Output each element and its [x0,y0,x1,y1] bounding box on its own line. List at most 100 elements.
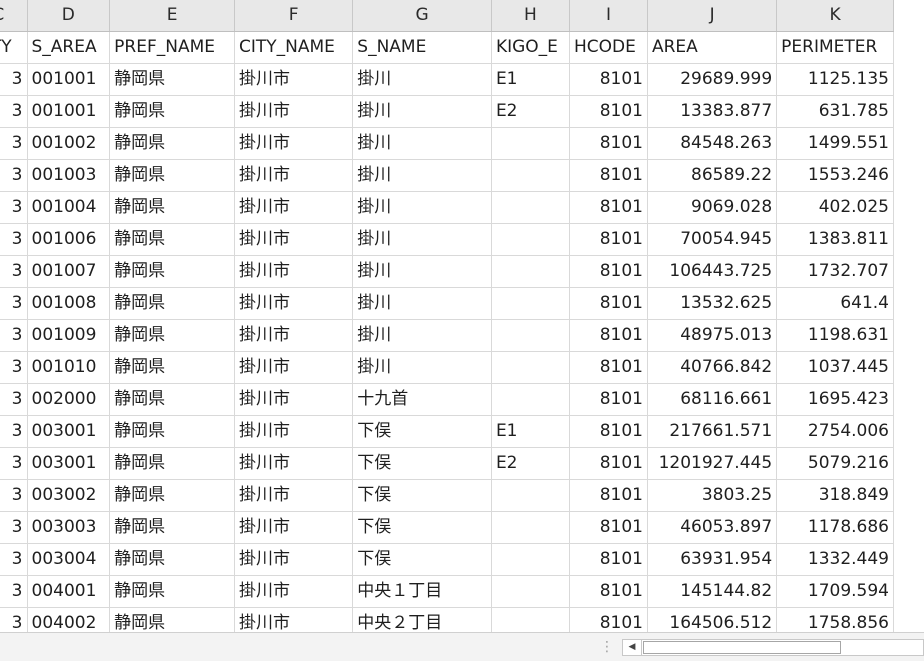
column-header-e[interactable]: E [109,0,235,32]
cell[interactable]: 静岡県 [109,543,235,576]
cell[interactable]: 1201927.445 [647,447,778,480]
cell[interactable]: 8101 [569,319,648,352]
column-header-d[interactable]: D [27,0,111,32]
cell[interactable]: 164506.512 [647,607,778,632]
cell[interactable]: 掛川市 [234,543,354,576]
cell[interactable]: 70054.945 [647,223,778,256]
cell[interactable]: 40766.842 [647,351,778,384]
cell[interactable]: 8101 [569,511,648,544]
cell[interactable]: 8101 [569,287,648,320]
cell[interactable]: 3 [0,319,28,352]
cell[interactable]: 静岡県 [109,607,235,632]
field-name-cell[interactable]: S_NAME [352,31,492,64]
cell[interactable]: 下俣 [352,543,492,576]
cell[interactable]: 1553.246 [776,159,894,192]
cell[interactable]: 1709.594 [776,575,894,608]
cell[interactable]: 3 [0,191,28,224]
cell[interactable]: 002000 [27,383,111,416]
cell[interactable]: 静岡県 [109,447,235,480]
scroll-left-icon[interactable]: ◀ [623,640,642,655]
cell[interactable] [491,191,570,224]
cell[interactable]: 下俣 [352,447,492,480]
cell[interactable]: 下俣 [352,479,492,512]
cell[interactable]: 3 [0,575,28,608]
cell[interactable]: 29689.999 [647,63,778,96]
cell[interactable]: 318.849 [776,479,894,512]
cell[interactable] [491,383,570,416]
cell[interactable]: 3 [0,415,28,448]
cell[interactable]: 十九首 [352,383,492,416]
cell[interactable]: 641.4 [776,287,894,320]
cell[interactable]: E1 [491,415,570,448]
cell[interactable]: E2 [491,95,570,128]
cell[interactable] [491,287,570,320]
cell[interactable]: 003004 [27,543,111,576]
cell[interactable]: 003003 [27,511,111,544]
cell[interactable]: 402.025 [776,191,894,224]
cell[interactable]: 001009 [27,319,111,352]
cell[interactable]: 001007 [27,255,111,288]
cell[interactable] [491,223,570,256]
cell[interactable]: 静岡県 [109,255,235,288]
cell[interactable]: 001001 [27,63,111,96]
cell[interactable]: 1499.551 [776,127,894,160]
cell[interactable]: 3 [0,63,28,96]
cell[interactable]: 3 [0,159,28,192]
cell[interactable]: 84548.263 [647,127,778,160]
cell[interactable]: 静岡県 [109,415,235,448]
cell[interactable]: 静岡県 [109,191,235,224]
cell[interactable]: 掛川市 [234,351,354,384]
column-header-j[interactable]: J [647,0,778,32]
cell[interactable]: 静岡県 [109,159,235,192]
cell[interactable] [491,127,570,160]
field-name-cell[interactable]: KIGO_E [491,31,570,64]
split-handle-icon[interactable]: ⋮ [600,638,614,656]
cell[interactable]: 掛川 [352,95,492,128]
cell[interactable] [491,159,570,192]
cell[interactable]: 004001 [27,575,111,608]
cell[interactable]: 下俣 [352,511,492,544]
cell[interactable]: 8101 [569,575,648,608]
cell[interactable]: 5079.216 [776,447,894,480]
cell[interactable]: 1125.135 [776,63,894,96]
cell[interactable]: 8101 [569,351,648,384]
cell[interactable]: 004002 [27,607,111,632]
column-header-c[interactable]: C [0,0,28,32]
cell[interactable]: 003001 [27,447,111,480]
cell[interactable]: 003001 [27,415,111,448]
cell[interactable]: 13532.625 [647,287,778,320]
cell[interactable]: 001003 [27,159,111,192]
cell[interactable]: 106443.725 [647,255,778,288]
cell[interactable]: 001006 [27,223,111,256]
cell[interactable]: 下俣 [352,415,492,448]
field-name-cell[interactable]: S_AREA [27,31,111,64]
cell[interactable]: 9069.028 [647,191,778,224]
cell[interactable]: 掛川 [352,127,492,160]
cell[interactable]: 静岡県 [109,95,235,128]
cell[interactable]: 掛川市 [234,127,354,160]
column-header-i[interactable]: I [569,0,648,32]
cell[interactable]: 003002 [27,479,111,512]
cell[interactable]: 3 [0,255,28,288]
column-header-k[interactable]: K [776,0,894,32]
cell[interactable]: 001001 [27,95,111,128]
cell[interactable]: 掛川 [352,319,492,352]
cell[interactable] [491,511,570,544]
cell[interactable]: 掛川市 [234,255,354,288]
cell[interactable]: 8101 [569,159,648,192]
cell[interactable]: 145144.82 [647,575,778,608]
cell[interactable]: 3 [0,95,28,128]
cell[interactable]: 001008 [27,287,111,320]
scrollbar-thumb[interactable] [643,641,841,654]
cell[interactable]: 掛川 [352,255,492,288]
cell[interactable]: 掛川市 [234,95,354,128]
cell[interactable]: 8101 [569,223,648,256]
cell[interactable]: 8101 [569,543,648,576]
cell[interactable]: 8101 [569,479,648,512]
column-header-f[interactable]: F [234,0,354,32]
cell[interactable]: 3 [0,127,28,160]
cell[interactable]: 68116.661 [647,383,778,416]
cell[interactable]: 13383.877 [647,95,778,128]
cell[interactable]: 48975.013 [647,319,778,352]
cell[interactable]: 掛川市 [234,415,354,448]
